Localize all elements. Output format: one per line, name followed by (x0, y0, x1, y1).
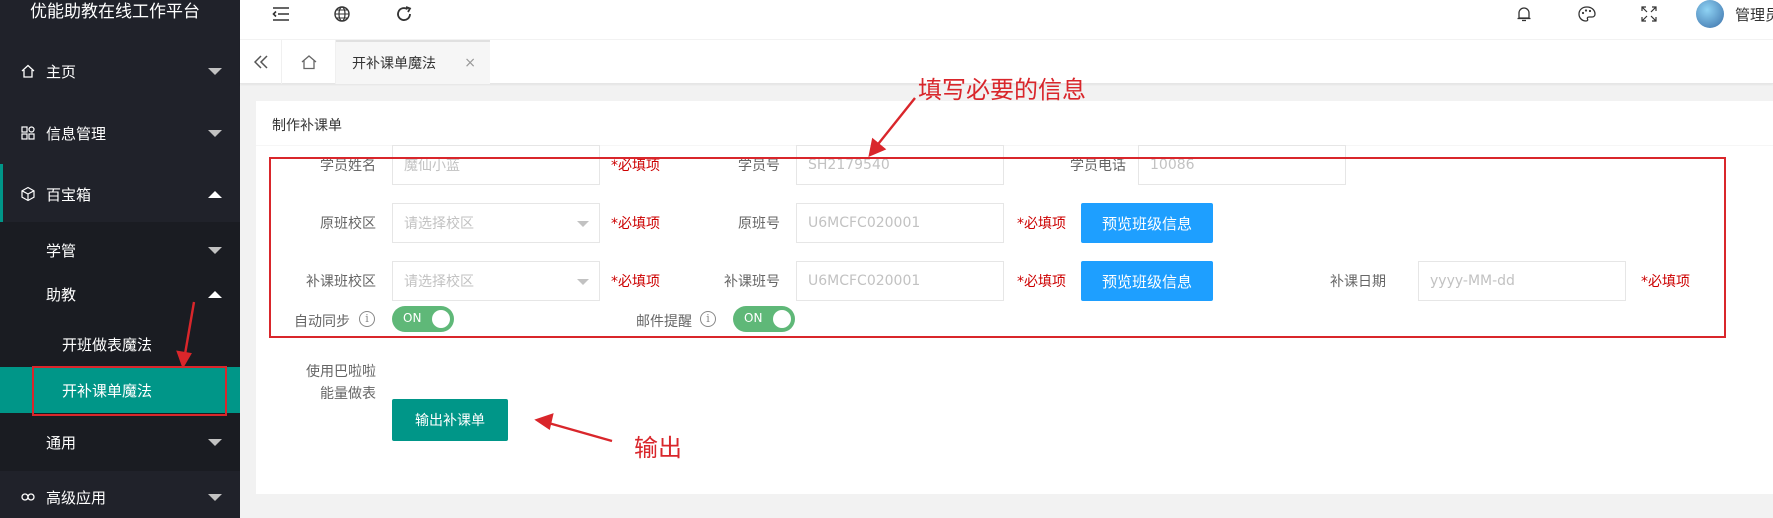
output-makeup-sheet-button[interactable]: 输出补课单 (392, 399, 508, 441)
link-icon (20, 489, 36, 505)
chevron-down-icon (208, 438, 222, 446)
annotation-fill-info: 填写必要的信息 (918, 76, 1086, 104)
home-icon (20, 63, 36, 79)
chevron-up-icon (208, 290, 222, 298)
apps-icon (20, 125, 36, 141)
annotation-output: 输出 (634, 434, 682, 462)
chevron-down-icon (208, 246, 222, 254)
sidebar-item-info-management[interactable]: 信息管理 (0, 103, 240, 163)
chevron-up-icon (208, 190, 222, 198)
close-icon[interactable]: × (464, 55, 476, 71)
annotation-menu-box (32, 366, 227, 416)
sidebar-subitem-xueguan[interactable]: 学管 (0, 228, 240, 272)
sidebar-item-toolbox[interactable]: 百宝箱 (0, 164, 240, 224)
output-label: 使用巴啦啦 能量做表 (276, 361, 376, 405)
sidebar-subitem-general[interactable]: 通用 (0, 417, 240, 467)
globe-icon[interactable] (331, 3, 353, 25)
fullscreen-icon[interactable] (1638, 3, 1660, 25)
submenu: 学管 助教 开班做表魔法 开补课单魔法 通用 (0, 222, 240, 471)
sidebar-subitem-label: 开班做表魔法 (62, 335, 153, 354)
chevron-down-icon (208, 493, 222, 501)
sidebar-subitem-label: 学管 (46, 241, 77, 260)
app-title: 优能助教在线工作平台 (0, 0, 240, 30)
palette-icon[interactable] (1576, 3, 1598, 25)
sidebar-subitem-label: 助教 (46, 285, 77, 304)
username[interactable]: 管理员 (1735, 4, 1773, 25)
sidebar-item-advanced[interactable]: 高级应用 (0, 467, 240, 518)
cube-icon (20, 186, 36, 202)
refresh-icon[interactable] (393, 3, 415, 25)
sidebar: 优能助教在线工作平台 主页 信息管理 百宝箱 学管 助教 开班做表魔法 开补课单… (0, 0, 240, 518)
home-tab-icon[interactable] (282, 40, 336, 84)
sidebar-item-home[interactable]: 主页 (0, 41, 240, 101)
card-title: 制作补课单 (272, 118, 342, 134)
tab-makeup-magic[interactable]: 开补课单魔法 × (336, 40, 490, 84)
bell-icon[interactable] (1513, 3, 1535, 25)
chevron-down-icon (208, 67, 222, 75)
chevron-down-icon (208, 129, 222, 137)
sidebar-item-label: 主页 (46, 62, 77, 81)
sidebar-item-label: 百宝箱 (46, 185, 92, 204)
top-bar: 管理员 (240, 0, 1773, 40)
sidebar-item-label: 高级应用 (46, 488, 107, 507)
tab-label: 开补课单魔法 (352, 56, 436, 72)
output-label-line2: 能量做表 (320, 386, 376, 402)
tabs-scroll-left-icon[interactable] (240, 40, 282, 84)
sidebar-subitem-open-class-magic[interactable]: 开班做表魔法 (0, 322, 240, 366)
avatar[interactable] (1696, 0, 1724, 28)
sidebar-item-label: 信息管理 (46, 124, 107, 143)
output-label-line1: 使用巴啦啦 (306, 364, 376, 380)
menu-fold-icon[interactable] (270, 3, 292, 25)
sidebar-subitem-label: 通用 (46, 433, 77, 452)
sidebar-subitem-zhujiao[interactable]: 助教 (0, 272, 240, 316)
annotation-form-box (269, 157, 1726, 338)
